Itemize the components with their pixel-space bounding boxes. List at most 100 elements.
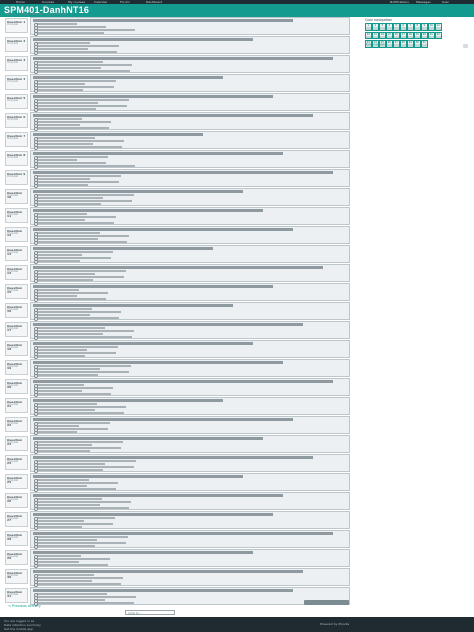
- answer-option[interactable]: [34, 560, 79, 566]
- answer-option[interactable]: [34, 373, 98, 379]
- quiz-nav-button[interactable]: 27: [393, 40, 400, 48]
- answer-option[interactable]: [34, 465, 134, 471]
- finish-review-link[interactable]: Finish review: [365, 42, 384, 46]
- quiz-nav-button[interactable]: 11: [435, 23, 442, 31]
- quiz-nav-button[interactable]: 5: [393, 23, 400, 31]
- answer-option[interactable]: [34, 579, 92, 585]
- answer-option[interactable]: [34, 468, 103, 474]
- answer-option[interactable]: [34, 126, 109, 132]
- quiz-nav-button[interactable]: 3: [379, 23, 386, 31]
- answer-option[interactable]: [34, 107, 96, 113]
- answer-option[interactable]: [34, 117, 82, 123]
- answer-option[interactable]: [34, 478, 89, 484]
- answer-option[interactable]: [34, 199, 132, 205]
- answer-option[interactable]: [34, 253, 82, 259]
- answer-option[interactable]: [34, 440, 123, 446]
- answer-option[interactable]: [34, 278, 93, 284]
- answer-option[interactable]: [34, 389, 82, 395]
- answer-option[interactable]: [34, 120, 111, 126]
- answer-option[interactable]: [34, 88, 83, 94]
- answer-option[interactable]: [34, 231, 100, 237]
- answer-option[interactable]: [34, 538, 97, 544]
- answer-option[interactable]: [34, 85, 114, 91]
- answer-option[interactable]: [34, 142, 93, 148]
- answer-option[interactable]: [34, 544, 95, 550]
- answer-option[interactable]: [34, 421, 110, 427]
- answer-option[interactable]: [34, 307, 92, 313]
- quiz-nav-button[interactable]: 8: [414, 23, 421, 31]
- quiz-nav-button[interactable]: 9: [421, 23, 428, 31]
- answer-option[interactable]: [34, 497, 102, 503]
- answer-option[interactable]: [34, 180, 119, 186]
- answer-option[interactable]: [34, 595, 136, 601]
- answer-option[interactable]: [34, 275, 124, 281]
- answer-option[interactable]: [34, 500, 131, 506]
- answer-option[interactable]: [34, 424, 79, 430]
- quiz-nav-button[interactable]: 21: [428, 31, 435, 39]
- answer-option[interactable]: [34, 370, 129, 376]
- quiz-nav-button[interactable]: 10: [428, 23, 435, 31]
- answer-option[interactable]: [34, 215, 116, 221]
- answer-option[interactable]: [34, 123, 80, 129]
- answer-option[interactable]: [34, 443, 92, 449]
- answer-option[interactable]: [34, 60, 103, 66]
- answer-option[interactable]: [34, 430, 77, 436]
- answer-option[interactable]: [34, 297, 106, 303]
- quiz-nav-button[interactable]: 17: [400, 31, 407, 39]
- answer-option[interactable]: [34, 392, 111, 398]
- answer-option[interactable]: [34, 272, 95, 278]
- answer-option[interactable]: [34, 202, 101, 208]
- answer-option[interactable]: [34, 41, 90, 47]
- answer-option[interactable]: [34, 354, 85, 360]
- answer-option[interactable]: [34, 259, 80, 265]
- answer-option[interactable]: [34, 183, 88, 189]
- answer-option[interactable]: [34, 136, 95, 142]
- answer-option[interactable]: [34, 446, 121, 452]
- answer-option[interactable]: [34, 31, 104, 37]
- answer-option[interactable]: [34, 28, 135, 34]
- answer-option[interactable]: [34, 351, 116, 357]
- quiz-nav-button[interactable]: 7: [407, 23, 414, 31]
- answer-option[interactable]: [34, 525, 82, 531]
- answer-option[interactable]: [34, 383, 84, 389]
- answer-option[interactable]: [34, 240, 127, 246]
- answer-option[interactable]: [34, 367, 100, 373]
- answer-option[interactable]: [34, 288, 79, 294]
- answer-option[interactable]: [34, 155, 108, 161]
- answer-option[interactable]: [34, 145, 122, 151]
- answer-option[interactable]: [34, 196, 103, 202]
- answer-option[interactable]: [34, 50, 117, 56]
- answer-option[interactable]: [34, 386, 113, 392]
- answer-option[interactable]: [34, 563, 108, 569]
- answer-option[interactable]: [34, 554, 81, 560]
- answer-option[interactable]: [34, 316, 119, 322]
- answer-option[interactable]: [34, 193, 134, 199]
- answer-option[interactable]: [34, 329, 134, 335]
- quiz-nav-button[interactable]: 13: [372, 31, 379, 39]
- answer-option[interactable]: [34, 487, 116, 493]
- quiz-nav-button[interactable]: 28: [400, 40, 407, 48]
- answer-option[interactable]: [34, 459, 136, 465]
- quiz-nav-button[interactable]: 18: [407, 31, 414, 39]
- answer-option[interactable]: [34, 405, 126, 411]
- answer-option[interactable]: [34, 506, 129, 512]
- answer-option[interactable]: [34, 503, 100, 509]
- finish-review-button[interactable]: [304, 600, 349, 605]
- quiz-nav-button[interactable]: 4: [386, 23, 393, 31]
- answer-option[interactable]: [34, 82, 85, 88]
- answer-option[interactable]: [34, 269, 126, 275]
- answer-option[interactable]: [34, 256, 111, 262]
- answer-option[interactable]: [34, 313, 90, 319]
- answer-option[interactable]: [34, 576, 123, 582]
- answer-option[interactable]: [34, 348, 87, 354]
- answer-option[interactable]: [34, 592, 107, 598]
- quiz-nav-button[interactable]: 14: [379, 31, 386, 39]
- quiz-nav-button[interactable]: 1: [365, 23, 372, 31]
- quiz-nav-button[interactable]: 30: [414, 40, 421, 48]
- answer-option[interactable]: [34, 345, 118, 351]
- answer-option[interactable]: [34, 519, 84, 525]
- answer-option[interactable]: [34, 139, 124, 145]
- answer-option[interactable]: [34, 212, 87, 218]
- answer-option[interactable]: [34, 557, 110, 563]
- answer-option[interactable]: [34, 522, 113, 528]
